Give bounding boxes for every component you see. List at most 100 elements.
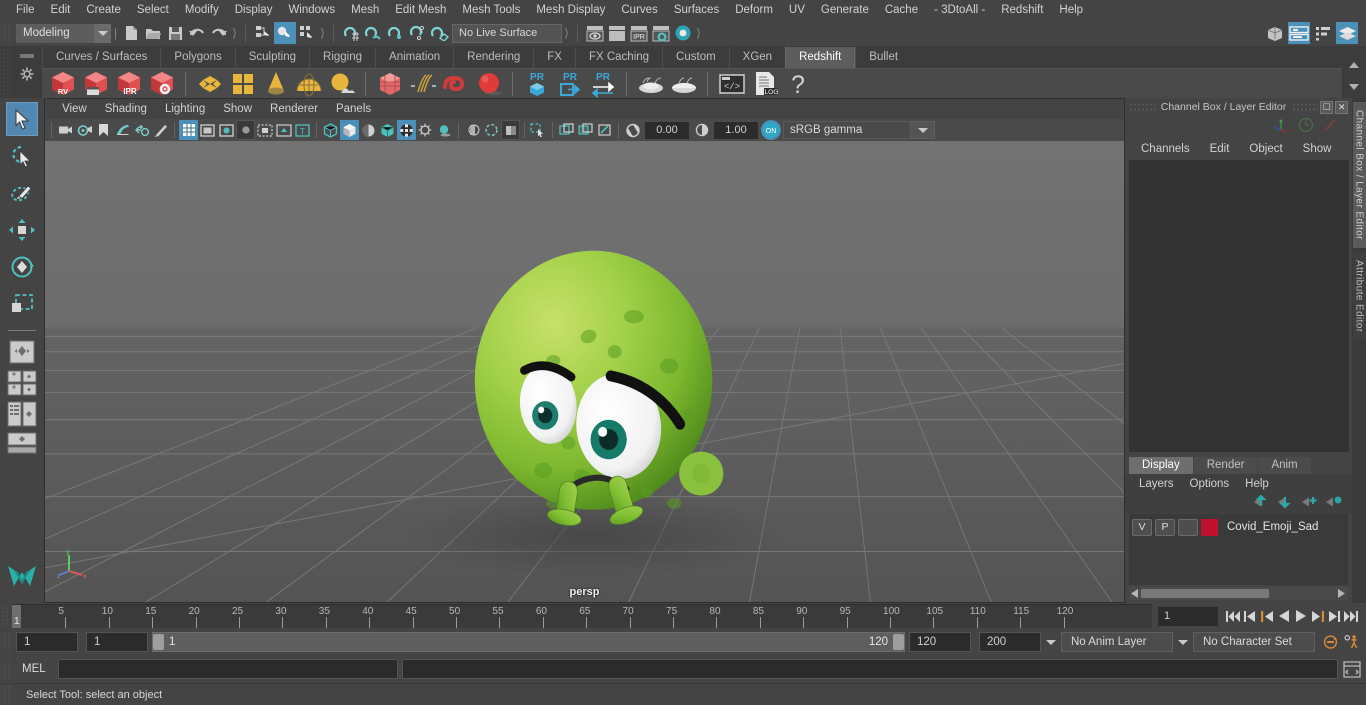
range-end-handle[interactable] [893,634,904,650]
snap-to-view-planes-icon[interactable] [428,22,450,44]
xray-active-components-icon[interactable] [595,120,614,140]
shelf-grip[interactable] [0,46,12,98]
camera-attributes-icon[interactable] [75,120,94,140]
tab-channel-box-layer-editor[interactable]: Channel Box / Layer Editor [1352,102,1366,248]
ambient-occlusion-icon[interactable] [435,120,454,140]
rs-pr-export-icon[interactable]: PR [553,69,586,98]
shelf-options-icon[interactable] [20,67,34,86]
time-slider-grip[interactable] [0,605,10,627]
select-by-component-type-icon[interactable] [296,22,318,44]
layout-single-pane-button[interactable] [5,339,39,365]
wireframe-shading-icon[interactable] [321,120,340,140]
scroll-left-icon[interactable] [1131,585,1139,603]
exposure-icon[interactable] [623,120,642,140]
lasso-select-tool-button[interactable] [6,139,38,173]
shelf-tab-curves-surfaces[interactable]: Curves / Surfaces [42,47,160,68]
shelf-tab-sculpting[interactable]: Sculpting [234,47,309,68]
snap-to-projected-center-icon[interactable] [406,22,428,44]
menu-curves[interactable]: Curves [613,0,665,20]
menu-uv[interactable]: UV [781,0,813,20]
tab-render[interactable]: Render [1193,457,1258,474]
redshift-ipr-icon[interactable]: IPR [112,69,145,98]
rs-log-icon[interactable]: .LOG [748,69,781,98]
animation-preferences-icon[interactable] [1343,632,1360,652]
viewport-menu-renderer[interactable]: Renderer [261,99,327,119]
step-forward-frame-icon[interactable] [1309,606,1326,626]
xray-display-icon[interactable] [557,120,576,140]
chevron-down-icon[interactable] [911,121,935,139]
depth-of-field-icon[interactable] [501,120,520,140]
layer-menu-help[interactable]: Help [1237,478,1277,490]
show-hide-modeling-toolkit-icon[interactable] [1264,22,1286,44]
layer-name[interactable]: Covid_Emoji_Sad [1221,521,1318,533]
layer-menu-layers[interactable]: Layers [1131,478,1182,490]
rs-shader-grid-icon[interactable] [226,69,259,98]
isolate-select-icon[interactable] [529,120,548,140]
rs-environment-icon[interactable] [325,69,358,98]
layer-list[interactable]: V P Covid_Emoji_Sad [1129,514,1348,585]
menu-mesh[interactable]: Mesh [343,0,387,20]
layer-list-scrollbar[interactable] [1129,587,1348,600]
rs-bake-all-icon[interactable] [667,69,700,98]
menu-file[interactable]: File [8,0,43,20]
channel-menu-show[interactable]: Show [1293,143,1342,155]
menu-modify[interactable]: Modify [177,0,227,20]
channel-box-content[interactable] [1129,160,1349,452]
go-to-start-icon[interactable] [1224,606,1241,626]
render-sequence-icon[interactable] [606,22,628,44]
menu-edit[interactable]: Edit [43,0,79,20]
status-line-grip[interactable] [2,22,12,44]
step-forward-keyframe-icon[interactable] [1326,606,1343,626]
rs-proxy-icon[interactable] [373,69,406,98]
layout-hypershade-button[interactable] [5,432,39,454]
3d-viewport[interactable]: persp y z x [45,141,1124,602]
shelf-tab-fx-caching[interactable]: FX Caching [574,47,662,68]
restore-icon[interactable]: ☐ [1320,100,1334,114]
layout-persp-outliner-button[interactable] [5,401,39,427]
channel-menu-channels[interactable]: Channels [1131,143,1200,155]
command-language-label[interactable]: MEL [12,663,58,675]
paint-select-tool-button[interactable] [6,176,38,210]
layer-playback-toggle[interactable]: P [1155,518,1175,536]
use-all-lights-icon[interactable] [397,120,416,140]
channel-menu-edit[interactable]: Edit [1200,143,1240,155]
rs-dome-light-icon[interactable] [292,69,325,98]
grease-pencil-icon[interactable] [151,120,170,140]
shelf-scroll-down-icon[interactable] [1348,78,1360,96]
menu-mesh-display[interactable]: Mesh Display [528,0,613,20]
viewport-menu-lighting[interactable]: Lighting [156,99,214,119]
rs-volume-icon[interactable] [439,69,472,98]
grid-toggle-icon[interactable] [179,120,198,140]
resolution-gate-icon[interactable] [217,120,236,140]
close-icon[interactable]: ✕ [1335,100,1349,114]
animation-end-time-field[interactable]: 200 [979,632,1041,652]
create-layer-icon[interactable] [1301,495,1318,513]
menu-select[interactable]: Select [129,0,177,20]
film-gate-icon[interactable] [198,120,217,140]
image-plane-icon[interactable] [113,120,132,140]
smooth-shade-all-icon[interactable] [340,120,359,140]
rs-material-icon[interactable] [193,69,226,98]
menu-create[interactable]: Create [78,0,129,20]
character-set-dropdown-arrow-icon[interactable] [1173,632,1193,652]
menu-mesh-tools[interactable]: Mesh Tools [454,0,528,20]
layer-menu-options[interactable]: Options [1182,478,1238,490]
2d-pan-zoom-icon[interactable] [132,120,151,140]
color-management-toggle-icon[interactable]: ON [761,120,781,140]
rs-hair-icon[interactable] [406,69,439,98]
viewport-menu-show[interactable]: Show [214,99,261,119]
command-input-field[interactable] [57,659,398,679]
snap-to-point-icon[interactable] [384,22,406,44]
shadows-icon[interactable] [416,120,435,140]
shelf-tab-polygons[interactable]: Polygons [160,47,234,68]
viewport-menu-view[interactable]: View [53,99,96,119]
menu-set-selector[interactable]: Modeling [16,23,111,43]
color-management-select[interactable]: sRGB gamma [783,121,911,139]
menu-windows[interactable]: Windows [280,0,343,20]
menu-redshift[interactable]: Redshift [993,0,1051,20]
viewport-menu-panels[interactable]: Panels [327,99,380,119]
script-editor-icon[interactable] [1341,659,1363,679]
move-layer-down-icon[interactable] [1277,495,1294,513]
rs-bake-set-icon[interactable] [634,69,667,98]
play-backwards-icon[interactable] [1275,606,1292,626]
